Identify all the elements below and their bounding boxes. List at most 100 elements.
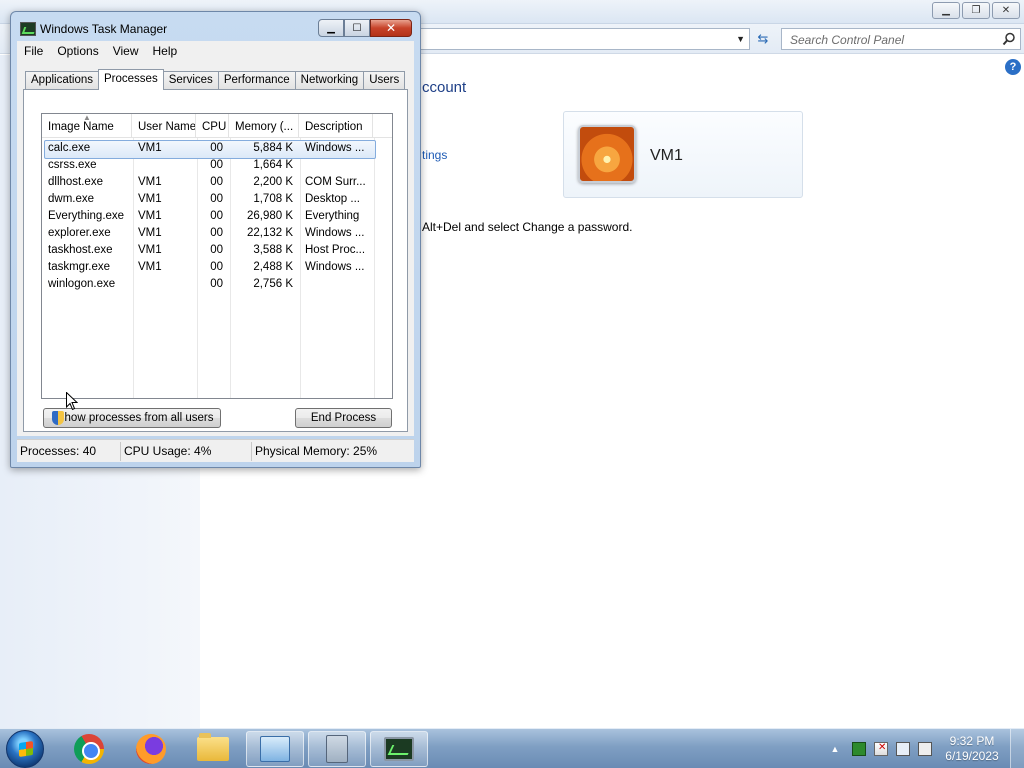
action-center-icon[interactable] <box>874 742 888 756</box>
taskbar-explorer[interactable] <box>184 731 242 767</box>
status-physical-memory: Physical Memory: 25% <box>255 443 378 458</box>
taskbar-control-panel[interactable] <box>246 731 304 767</box>
tab-users[interactable]: Users <box>363 71 406 89</box>
cell-image-name: winlogon.exe <box>48 278 116 290</box>
table-row[interactable]: dwm.exe VM1 00 1,708 K Desktop ... <box>42 191 392 208</box>
user-name: VM1 <box>650 147 683 164</box>
info-text: Alt+Del and select Change a password. <box>422 220 633 234</box>
settings-link[interactable]: tings <box>422 148 447 162</box>
column-header-user-name[interactable]: User Name <box>132 114 196 138</box>
table-row[interactable]: winlogon.exe 00 2,756 K <box>42 276 392 293</box>
process-rows: calc.exe VM1 00 5,884 K Windows ... csrss.exe… <box>42 140 392 293</box>
clock[interactable]: 9:32 PM 6/19/2023 <box>940 734 1004 764</box>
cell-user-name: VM1 <box>138 227 162 239</box>
table-row[interactable]: csrss.exe 00 1,664 K <box>42 157 392 174</box>
cell-description: Windows ... <box>305 227 365 239</box>
column-header-cpu[interactable]: CPU <box>196 114 229 138</box>
chevron-down-icon[interactable]: ▼ <box>736 34 745 44</box>
taskbar-task-manager[interactable] <box>370 731 428 767</box>
cell-description: Desktop ... <box>305 193 360 205</box>
show-hidden-icons-icon[interactable]: ▲ <box>828 744 842 754</box>
minimize-button[interactable]: ▁ <box>318 19 344 37</box>
table-row[interactable]: explorer.exe VM1 00 22,132 K Windows ... <box>42 225 392 242</box>
cell-user-name <box>132 157 196 174</box>
cell-cpu: 00 <box>210 193 223 205</box>
taskbar: ▲ 9:32 PM 6/19/2023 <box>0 728 1024 768</box>
sort-ascending-icon: ▲ <box>83 114 91 122</box>
refresh-icon[interactable]: ⇆ <box>752 29 774 49</box>
minimize-button[interactable]: ▁ <box>932 2 960 19</box>
menu-options[interactable]: Options <box>50 44 105 58</box>
column-header-image-name[interactable]: ▲ Image Name <box>42 114 132 138</box>
cell-memory: 1,708 K <box>253 193 293 205</box>
cell-image-name: csrss.exe <box>48 159 97 171</box>
close-button[interactable]: ✕ <box>992 2 1020 19</box>
table-row[interactable]: dllhost.exe VM1 00 2,200 K COM Surr... <box>42 174 392 191</box>
system-tray: ▲ 9:32 PM 6/19/2023 <box>828 729 1024 768</box>
address-field[interactable]: ▼ <box>418 28 750 50</box>
tab-applications[interactable]: Applications <box>25 71 100 89</box>
cell-cpu: 00 <box>210 159 223 171</box>
maximize-button[interactable]: ☐ <box>344 19 370 37</box>
tab-processes[interactable]: Processes <box>98 69 164 90</box>
chrome-icon <box>74 734 104 764</box>
search-placeholder: Search Control Panel <box>790 33 905 47</box>
start-button[interactable] <box>6 730 44 768</box>
tray-app-icon[interactable] <box>852 742 866 756</box>
taskbar-calculator[interactable] <box>308 731 366 767</box>
status-cpu-usage: CPU Usage: 4% <box>121 441 252 461</box>
taskbar-chrome[interactable] <box>60 731 118 767</box>
cell-user-name: VM1 <box>138 176 162 188</box>
page-title: ccount <box>422 79 467 96</box>
firefox-icon <box>136 734 166 764</box>
column-header-memory[interactable]: Memory (... <box>229 114 299 138</box>
tab-performance[interactable]: Performance <box>217 71 296 89</box>
window-title: Windows Task Manager <box>20 20 167 38</box>
clock-date: 6/19/2023 <box>945 749 999 763</box>
menu-help[interactable]: Help <box>146 44 185 58</box>
avatar <box>578 125 636 183</box>
cell-description: COM Surr... <box>305 176 366 188</box>
cell-cpu: 00 <box>210 142 223 154</box>
cell-memory: 1,664 K <box>253 159 293 171</box>
table-row[interactable]: calc.exe VM1 00 5,884 K Windows ... <box>42 140 392 159</box>
column-header-description[interactable]: Description <box>299 114 373 138</box>
show-desktop-button[interactable] <box>1010 729 1024 768</box>
cell-description: Windows ... <box>305 142 365 154</box>
cell-image-name: dwm.exe <box>48 193 95 205</box>
cell-cpu: 00 <box>210 244 223 256</box>
task-manager-icon <box>384 737 414 761</box>
taskbar-firefox[interactable] <box>122 731 180 767</box>
restore-button[interactable]: ❐ <box>962 2 990 19</box>
network-icon[interactable] <box>896 742 910 756</box>
cell-image-name: dllhost.exe <box>48 176 103 188</box>
table-row[interactable]: taskhost.exe VM1 00 3,588 K Host Proc... <box>42 242 392 259</box>
status-processes: Processes: 40 <box>17 441 121 461</box>
show-all-users-button[interactable]: how processes from all users <box>43 408 221 428</box>
cell-memory: 2,756 K <box>253 278 293 290</box>
help-icon[interactable]: ? <box>1005 59 1021 75</box>
table-row[interactable]: taskmgr.exe VM1 00 2,488 K Windows ... <box>42 259 392 276</box>
process-list[interactable]: ▲ Image Name User Name CPU Memory (... D… <box>41 113 393 399</box>
tab-services[interactable]: Services <box>162 71 219 89</box>
tab-networking[interactable]: Networking <box>294 71 365 89</box>
cell-description <box>299 157 373 174</box>
cell-cpu: 00 <box>210 261 223 273</box>
folder-icon <box>197 733 229 761</box>
cell-description <box>299 276 373 293</box>
column-header-label: Image Name <box>48 121 114 133</box>
user-account-card: VM1 <box>563 111 803 198</box>
table-row[interactable]: Everything.exe VM1 00 26,980 K Everything <box>42 208 392 225</box>
calculator-icon <box>326 735 348 763</box>
end-process-button[interactable]: End Process <box>295 408 392 428</box>
close-button[interactable]: ✕ <box>370 19 412 37</box>
cell-image-name: taskmgr.exe <box>48 261 110 273</box>
search-icon[interactable] <box>1002 32 1016 46</box>
status-bar: Processes: 40 CPU Usage: 4% Physical Mem… <box>17 439 414 462</box>
mouse-cursor-icon <box>66 392 78 411</box>
search-input[interactable]: Search Control Panel <box>781 28 1021 50</box>
volume-muted-icon[interactable] <box>918 742 932 756</box>
menu-file[interactable]: File <box>17 44 50 58</box>
menu-view[interactable]: View <box>106 44 146 58</box>
task-manager-body: Applications Processes Services Performa… <box>17 61 414 436</box>
